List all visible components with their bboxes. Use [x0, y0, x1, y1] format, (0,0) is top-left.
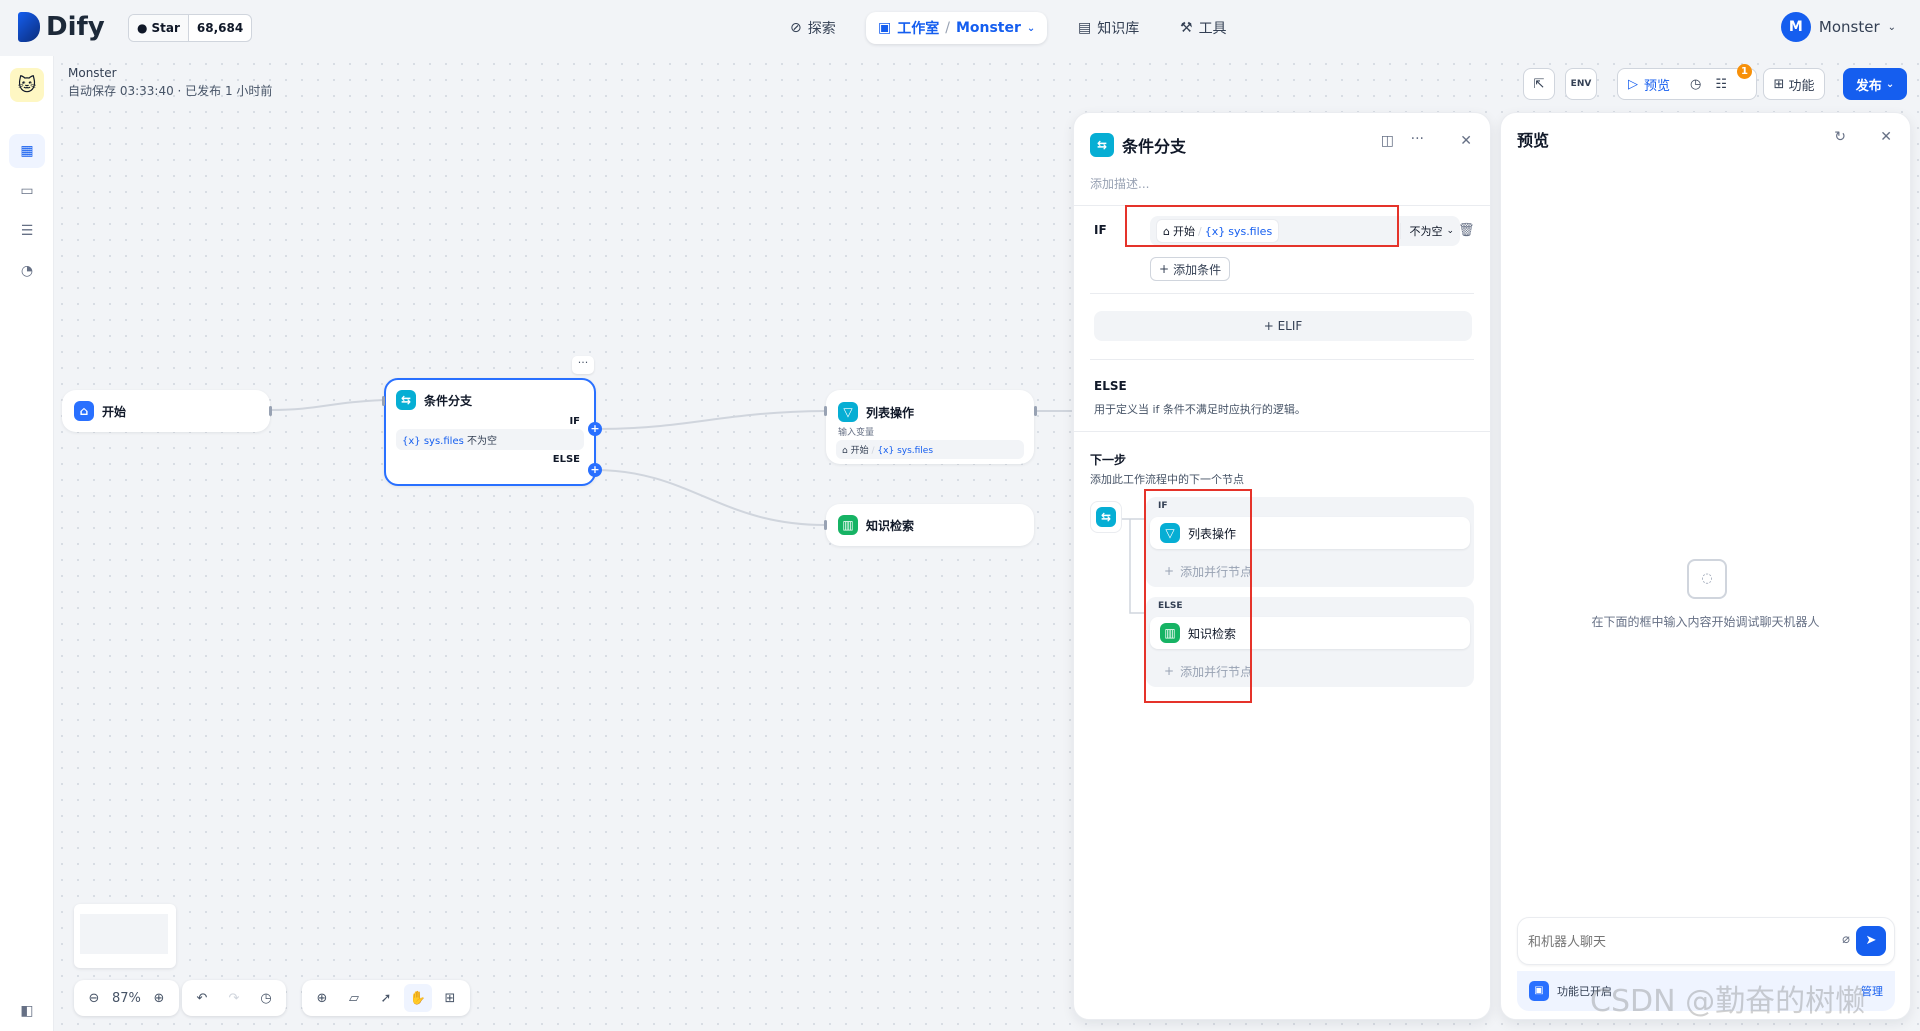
more-icon[interactable]: ··· [1411, 131, 1424, 147]
plus-icon: + [1159, 262, 1170, 276]
panel-description[interactable]: 添加描述... [1090, 175, 1149, 192]
add-note-icon[interactable]: ▱ [340, 984, 368, 1012]
add-node-icon[interactable]: ⊕ [308, 984, 336, 1012]
next-step-title: 下一步 [1090, 453, 1127, 467]
next-step-connector [1122, 518, 1146, 614]
send-button[interactable]: ➤ [1856, 926, 1886, 956]
else-description: 用于定义当 if 条件不满足时应执行的逻辑。 [1094, 403, 1306, 416]
branch-icon: ⇆ [1096, 507, 1116, 527]
zoom-out-icon[interactable]: ⊖ [80, 984, 108, 1012]
version-history-icon[interactable]: ◷ [252, 984, 280, 1012]
divider [1090, 293, 1474, 294]
node-list-title: 列表操作 [866, 405, 915, 420]
hand-icon[interactable]: ✋ [404, 984, 432, 1012]
node-start-title: 开始 [102, 404, 127, 419]
ifelse-input-port[interactable] [382, 396, 385, 406]
chat-input[interactable] [1528, 930, 1818, 954]
split-view-icon[interactable]: ◫ [1381, 133, 1394, 149]
condition-operator-select[interactable]: 不为空 ⌄ [1400, 223, 1454, 239]
node-ifelse-condition: {x} sys.files 不为空 [396, 429, 584, 450]
home-icon: ⌂ [842, 446, 848, 456]
node-knowledge-title: 知识检索 [866, 518, 915, 533]
node-list-input-label: 输入变量 [838, 428, 875, 438]
minimap-viewport [80, 914, 168, 954]
node-ifelse-cond-var: sys.files [423, 436, 464, 447]
preview-panel: 预览 ↻ ✕ ◌ 在下面的框中输入内容开始调试聊天机器人 ⌀ ➤ ▣ 功能已开启… [1500, 112, 1911, 1020]
node-list-operation[interactable]: ▽ 列表操作 输入变量 ⌂ 开始 / {x} sys.files [826, 390, 1034, 464]
chat-input-box: ⌀ ➤ [1517, 917, 1895, 965]
chevron-down-icon: ⌄ [1446, 226, 1454, 236]
zoom-in-icon[interactable]: ⊕ [145, 984, 173, 1012]
node-start[interactable]: ⌂ 开始 [62, 390, 270, 432]
features-icon: ▣ [1529, 981, 1549, 1001]
node-ifelse-else-label: ELSE [552, 454, 580, 465]
edge-start-ifelse [269, 399, 386, 411]
highlight-condition [1125, 205, 1399, 247]
minimap[interactable] [74, 904, 176, 968]
current-node-icon: ⇆ [1090, 501, 1122, 533]
node-config-panel: ⇆ 条件分支 ◫ ··· ✕ 添加描述... IF ⌂ 开始 / {x} sys… [1073, 112, 1491, 1020]
node-list-var: sys.files [897, 446, 934, 456]
node-ifelse-cond-op: 不为空 [467, 436, 497, 447]
variable-icon: {x} [877, 446, 895, 456]
next-step-description: 添加此工作流程中的下一个节点 [1090, 473, 1244, 486]
filter-icon: ▽ [838, 402, 858, 422]
node-ifelse-title: 条件分支 [424, 393, 473, 408]
list-output-port[interactable] [1034, 406, 1037, 416]
start-output-port[interactable] [269, 406, 272, 416]
book-icon: ▥ [838, 515, 858, 535]
edge-if-list [594, 410, 826, 430]
node-more-button[interactable]: ··· [572, 356, 594, 374]
close-icon[interactable]: ✕ [1880, 129, 1892, 145]
watermark: CSDN @勤奋的树懒 [1590, 984, 1866, 1019]
trash-icon[interactable]: 🗑 [1458, 223, 1475, 238]
node-list-input-var: ⌂ 开始 / {x} sys.files [836, 440, 1024, 459]
zoom-controls: ⊖ 87% ⊕ [74, 980, 179, 1016]
preview-empty-text: 在下面的框中输入内容开始调试聊天机器人 [1591, 615, 1820, 629]
panel-title[interactable]: 条件分支 [1122, 133, 1186, 157]
if-output-handle[interactable]: + [588, 422, 602, 436]
edge-else-knowledge [594, 469, 826, 526]
variable-icon: {x} [402, 436, 421, 447]
divider [1074, 431, 1490, 432]
organize-icon[interactable]: ⊞ [436, 984, 464, 1012]
node-knowledge-retrieval[interactable]: ▥ 知识检索 [826, 504, 1034, 546]
redo-icon[interactable]: ↷ [220, 984, 248, 1012]
condition-operator: 不为空 [1409, 225, 1443, 238]
else-title: ELSE [1094, 379, 1127, 393]
refresh-icon[interactable]: ↻ [1834, 129, 1846, 145]
add-elif-button[interactable]: + ELIF [1094, 311, 1472, 341]
highlight-next-steps [1144, 489, 1252, 703]
pointer-icon[interactable]: ➚ [372, 984, 400, 1012]
branch-icon: ⇆ [396, 390, 416, 410]
branch-icon: ⇆ [1090, 133, 1114, 157]
canvas-tools: ⊕ ▱ ➚ ✋ ⊞ [302, 980, 470, 1016]
chatbot-icon: ◌ [1687, 559, 1727, 599]
history-controls: ↶ ↷ ◷ [182, 980, 286, 1016]
panel-header: ⇆ 条件分支 [1090, 133, 1186, 157]
zoom-level[interactable]: 87% [112, 991, 141, 1006]
preview-title: 预览 [1517, 131, 1550, 150]
else-output-handle[interactable]: + [588, 463, 602, 477]
divider [1090, 359, 1474, 360]
knowledge-input-port[interactable] [824, 520, 827, 530]
undo-icon[interactable]: ↶ [188, 984, 216, 1012]
if-label: IF [1094, 223, 1107, 237]
add-condition-label: 添加条件 [1173, 262, 1222, 277]
paperclip-icon[interactable]: ⌀ [1842, 932, 1850, 947]
close-icon[interactable]: ✕ [1460, 133, 1472, 149]
add-condition-button[interactable]: + 添加条件 [1150, 257, 1231, 281]
node-ifelse-if-label: IF [569, 416, 580, 427]
node-list-src: 开始 [850, 446, 869, 456]
list-input-port[interactable] [824, 406, 827, 416]
home-icon: ⌂ [74, 401, 94, 421]
node-ifelse[interactable]: ⇆ 条件分支 IF {x} sys.files 不为空 ELSE [384, 378, 596, 486]
